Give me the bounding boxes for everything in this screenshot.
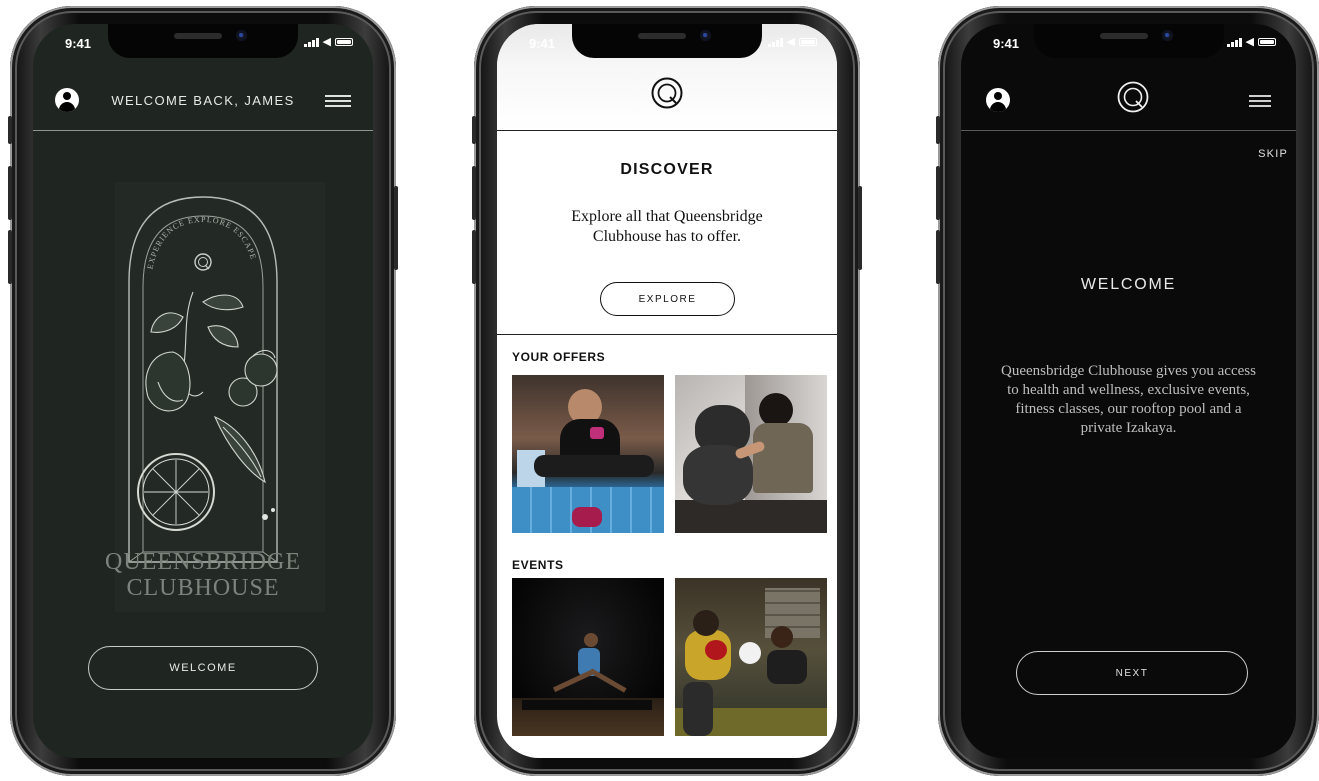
- logo-q-icon[interactable]: [650, 76, 684, 110]
- offer-image-grooming[interactable]: [675, 375, 827, 533]
- brand-name: QUEENSBRIDGE CLUBHOUSE: [33, 549, 373, 601]
- user-icon[interactable]: [55, 88, 79, 112]
- offer-image-fitness[interactable]: [512, 375, 664, 533]
- status-icons: ◀: [1227, 36, 1276, 48]
- status-icons: ◀: [304, 36, 353, 48]
- status-icons: ◀: [768, 36, 817, 48]
- menu-icon[interactable]: [1249, 95, 1271, 107]
- section-divider: [497, 334, 837, 335]
- notch: [572, 24, 762, 58]
- welcome-button[interactable]: WELCOME: [88, 646, 318, 690]
- user-icon[interactable]: [986, 88, 1010, 112]
- header-divider: [961, 130, 1296, 131]
- status-time: 9:41: [529, 36, 556, 51]
- notch: [108, 24, 298, 58]
- header-divider: [497, 130, 837, 131]
- status-time: 9:41: [65, 36, 92, 51]
- screen: 9:41 ◀ DISCOVER Explore all that Queensb…: [497, 24, 837, 758]
- citrus-slice: [137, 453, 215, 531]
- offers-label: YOUR OFFERS: [512, 350, 606, 364]
- status-time: 9:41: [993, 36, 1020, 51]
- logo-q-icon[interactable]: [1116, 80, 1150, 114]
- phone-welcome-back: 9:41 ◀ WELCOME BACK, JAMES EXPERIENCE EX…: [8, 6, 398, 776]
- battery-icon: [799, 38, 817, 46]
- event-image-yoga[interactable]: [512, 578, 664, 736]
- header-divider: [33, 130, 373, 131]
- battery-icon: [335, 38, 353, 46]
- explore-button[interactable]: EXPLORE: [600, 282, 735, 316]
- screen: 9:41 ◀ SKIP WELCOME Queensbridge Clubhou…: [961, 24, 1296, 758]
- wifi-icon: ◀: [786, 36, 795, 48]
- discover-title: DISCOVER: [620, 161, 714, 178]
- event-image-boxing[interactable]: [675, 578, 827, 736]
- discover-description: Explore all that Queensbridge Clubhouse …: [571, 208, 763, 245]
- welcome-title: WELCOME: [1080, 276, 1177, 293]
- events-label: EVENTS: [512, 558, 564, 572]
- signal-icon: [304, 37, 319, 47]
- screen: 9:41 ◀ WELCOME BACK, JAMES EXPERIENCE EX…: [33, 24, 373, 758]
- battery-icon: [1258, 38, 1276, 46]
- header-title: WELCOME BACK, JAMES: [111, 93, 295, 108]
- next-button[interactable]: NEXT: [1016, 651, 1248, 695]
- phone-discover: 9:41 ◀ DISCOVER Explore all that Queensb…: [472, 6, 862, 776]
- brand-line-1: QUEENSBRIDGE: [105, 549, 301, 575]
- phone-onboarding: 9:41 ◀ SKIP WELCOME Queensbridge Clubhou…: [936, 6, 1319, 776]
- welcome-description: Queensbridge Clubhouse gives you access …: [1001, 363, 1256, 436]
- brand-line-2: CLUBHOUSE: [126, 575, 280, 601]
- notch: [1033, 24, 1224, 58]
- wifi-icon: ◀: [322, 36, 331, 48]
- menu-icon[interactable]: [325, 95, 351, 107]
- signal-icon: [1227, 37, 1242, 47]
- skip-button[interactable]: SKIP: [1258, 148, 1288, 160]
- signal-icon: [768, 37, 783, 47]
- wifi-icon: ◀: [1245, 36, 1254, 48]
